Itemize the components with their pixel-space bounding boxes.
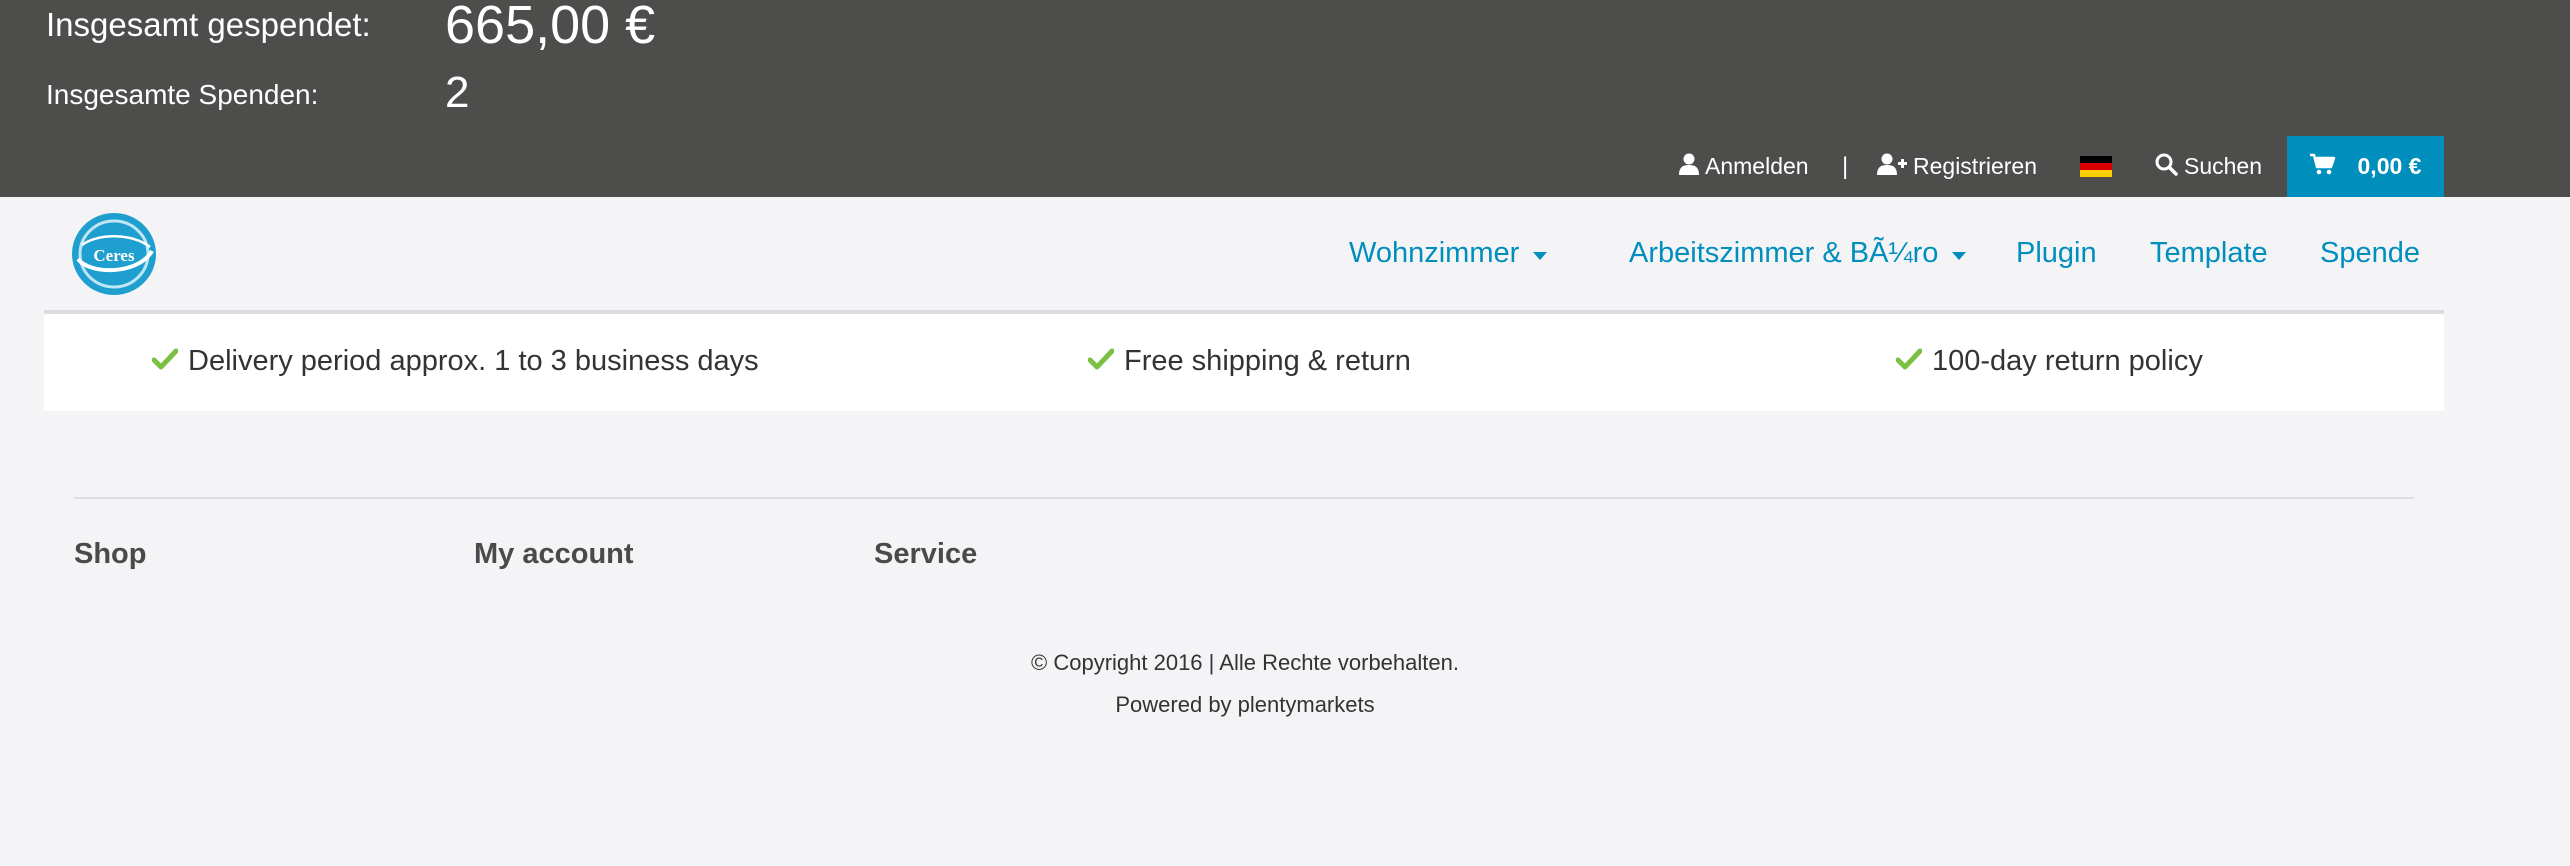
cart-button[interactable]: 0,00 €: [2287, 136, 2444, 197]
benefit-text: Free shipping & return: [1124, 345, 1411, 377]
language-selector[interactable]: [2080, 136, 2112, 197]
benefit-item: 100-day return policy: [1895, 345, 2203, 378]
nav-item-plugin[interactable]: Plugin: [2016, 237, 2097, 270]
benefit-item: Free shipping & return: [1087, 345, 1411, 378]
user-icon: [1679, 153, 1699, 181]
logo-text: Ceres: [93, 246, 135, 265]
benefit-text: 100-day return policy: [1932, 345, 2203, 377]
benefit-item: Delivery period approx. 1 to 3 business …: [151, 345, 759, 378]
footer-heading-account: My account: [474, 538, 634, 570]
top-bar: Insgesamt gespendet: 665,00 € Insgesamte…: [0, 0, 2570, 197]
search-icon: [2154, 152, 2178, 182]
utility-nav: Anmelden | Registrieren Suchen: [0, 136, 2570, 197]
check-icon: [151, 345, 179, 378]
register-link[interactable]: Registrieren: [1877, 136, 2037, 197]
register-label: Registrieren: [1913, 153, 2037, 179]
footer-heading-service: Service: [874, 538, 978, 570]
total-donated-value: 665,00 €: [445, 0, 656, 55]
nav-item-arbeitszimmer[interactable]: Arbeitszimmer & BÃ¼ro: [1629, 237, 1967, 270]
copyright-text: © Copyright 2016 | Alle Rechte vorbehalt…: [1031, 650, 1459, 675]
caret-down-icon: [1533, 251, 1548, 260]
benefit-text: Delivery period approx. 1 to 3 business …: [188, 345, 759, 377]
shopping-cart-icon: [2309, 153, 2336, 181]
benefits-bar: Delivery period approx. 1 to 3 business …: [44, 314, 2444, 411]
german-flag-icon: [2080, 155, 2112, 178]
footer-divider: [74, 497, 2414, 499]
search-label: Suchen: [2184, 153, 2263, 179]
nav-separator: |: [1842, 152, 1849, 180]
main-navigation: Ceres Wohnzimmer Arbeitszimmer & BÃ¼ro P…: [44, 197, 2444, 314]
nav-item-label: Spende: [2320, 237, 2420, 269]
check-icon: [1895, 345, 1923, 378]
check-icon: [1087, 345, 1115, 378]
footer-heading-shop: Shop: [74, 538, 147, 570]
total-donations-label: Insgesamte Spenden:: [46, 79, 319, 110]
nav-item-template[interactable]: Template: [2150, 237, 2268, 270]
total-donations-value: 2: [445, 68, 470, 117]
search-link[interactable]: Suchen: [2154, 136, 2262, 197]
login-link[interactable]: Anmelden: [1679, 136, 1809, 197]
login-label: Anmelden: [1705, 153, 1809, 179]
nav-item-wohnzimmer[interactable]: Wohnzimmer: [1349, 237, 1548, 270]
nav-item-label: Arbeitszimmer & BÃ¼ro: [1629, 237, 1939, 269]
total-donated-label: Insgesamt gespendet:: [46, 6, 371, 43]
powered-by-text: Powered by plentymarkets: [1115, 692, 1375, 717]
nav-item-label: Template: [2150, 237, 2268, 269]
nav-item-spende[interactable]: Spende: [2320, 237, 2420, 270]
ceres-logo[interactable]: Ceres: [70, 211, 158, 297]
user-plus-icon: [1877, 153, 1907, 181]
caret-down-icon: [1952, 251, 1967, 260]
cart-total: 0,00 €: [2357, 153, 2422, 179]
nav-item-label: Wohnzimmer: [1349, 237, 1520, 269]
nav-item-label: Plugin: [2016, 237, 2097, 269]
